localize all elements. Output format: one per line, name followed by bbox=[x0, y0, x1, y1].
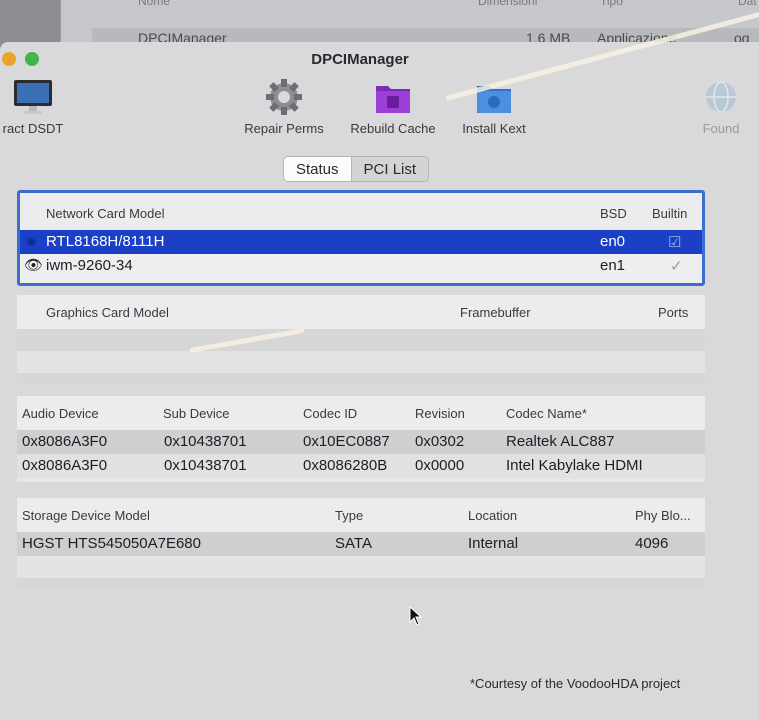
finder-col-name[interactable]: Nome bbox=[138, 0, 170, 8]
storage-table: Storage Device Model Type Location Phy B… bbox=[17, 498, 705, 590]
audio-table: Audio Device Sub Device Codec ID Revisio… bbox=[17, 396, 705, 482]
purple-folder-icon bbox=[376, 86, 410, 113]
network-bsd: en1 bbox=[600, 257, 626, 274]
storage-location: Internal bbox=[468, 535, 519, 552]
col-codec-name[interactable]: Codec Name* bbox=[506, 406, 587, 421]
finder-column-header: Nome Dimensioni Tipo Dat bbox=[70, 0, 759, 14]
col-framebuffer[interactable]: Framebuffer bbox=[460, 305, 531, 320]
table-row[interactable]: 👁 iwm-9260-34 en1 ✓ bbox=[20, 254, 702, 278]
eye-icon: ◉ bbox=[26, 234, 37, 248]
toolbar-repair-perms-label: Repair Perms bbox=[244, 121, 324, 136]
mouse-cursor-icon bbox=[409, 606, 423, 626]
audio-table-header: Audio Device Sub Device Codec ID Revisio… bbox=[17, 396, 705, 430]
view-segmented-control: Status PCI List bbox=[283, 156, 430, 182]
audio-device: 0x8086A3F0 bbox=[22, 433, 108, 450]
table-row[interactable]: HGST HTS545050A7E680 SATA Internal 4096 bbox=[17, 532, 705, 556]
network-bsd: en0 bbox=[600, 233, 626, 250]
audio-codec-id: 0x10EC0887 bbox=[303, 433, 390, 450]
col-revision[interactable]: Revision bbox=[415, 406, 465, 421]
col-audio-device[interactable]: Audio Device bbox=[22, 406, 99, 421]
col-ports[interactable]: Ports bbox=[658, 305, 688, 320]
empty-row bbox=[17, 578, 705, 590]
eye-icon: 👁 bbox=[24, 257, 44, 274]
col-type[interactable]: Type bbox=[335, 508, 363, 523]
col-bsd[interactable]: BSD bbox=[600, 206, 627, 221]
storage-type: SATA bbox=[335, 535, 372, 552]
toolbar-repair-perms[interactable]: Repair Perms bbox=[238, 78, 330, 136]
col-sub-device[interactable]: Sub Device bbox=[163, 406, 229, 421]
network-model: RTL8168H/8111H bbox=[46, 233, 165, 250]
toolbar-found-label: Found bbox=[702, 121, 740, 136]
audio-sub-device: 0x10438701 bbox=[164, 433, 247, 450]
col-storage-device-model[interactable]: Storage Device Model bbox=[22, 508, 150, 523]
builtin-checkbox[interactable]: ☑ bbox=[668, 233, 681, 251]
audio-revision: 0x0302 bbox=[415, 433, 465, 450]
table-row[interactable]: 0x8086A3F0 0x10438701 0x10EC0887 0x0302 … bbox=[17, 430, 705, 454]
tab-pci-list[interactable]: PCI List bbox=[351, 157, 429, 181]
toolbar-rebuild-cache[interactable]: Rebuild Cache bbox=[344, 78, 442, 136]
toolbar-rebuild-cache-label: Rebuild Cache bbox=[350, 121, 436, 136]
audio-device: 0x8086A3F0 bbox=[22, 457, 108, 474]
toolbar-extract-dsdt-label: ract DSDT bbox=[2, 121, 64, 136]
builtin-checkmark[interactable]: ✓ bbox=[670, 257, 683, 275]
audio-sub-device: 0x10438701 bbox=[164, 457, 247, 474]
col-location[interactable]: Location bbox=[468, 508, 517, 523]
storage-table-header: Storage Device Model Type Location Phy B… bbox=[17, 498, 705, 532]
table-row[interactable]: ◉ RTL8168H/8111H en0 ☑ bbox=[20, 230, 702, 254]
network-table-header: Network Card Model BSD Builtin bbox=[20, 193, 702, 230]
tab-status[interactable]: Status bbox=[284, 157, 352, 181]
audio-codec-name: Realtek ALC887 bbox=[506, 433, 615, 450]
network-model: iwm-9260-34 bbox=[46, 257, 133, 274]
graphics-table: Graphics Card Model Framebuffer Ports bbox=[17, 295, 705, 383]
footnote: *Courtesy of the VoodooHDA project bbox=[470, 676, 681, 691]
col-network-card-model[interactable]: Network Card Model bbox=[46, 206, 165, 221]
audio-codec-id: 0x8086280B bbox=[303, 457, 388, 474]
storage-model: HGST HTS545050A7E680 bbox=[22, 535, 201, 552]
finder-col-size[interactable]: Dimensioni bbox=[478, 0, 537, 8]
col-graphics-card-model[interactable]: Graphics Card Model bbox=[46, 305, 169, 320]
network-table: Network Card Model BSD Builtin ◉ RTL8168… bbox=[17, 190, 705, 286]
col-builtin[interactable]: Builtin bbox=[652, 206, 687, 221]
col-phy-block[interactable]: Phy Blo... bbox=[635, 508, 691, 523]
col-codec-id[interactable]: Codec ID bbox=[303, 406, 357, 421]
graphics-table-header: Graphics Card Model Framebuffer Ports bbox=[17, 295, 705, 329]
finder-col-kind[interactable]: Tipo bbox=[600, 0, 623, 8]
toolbar-extract-dsdt[interactable]: ract DSDT bbox=[0, 78, 70, 136]
globe-icon bbox=[706, 81, 736, 113]
gear-icon bbox=[266, 79, 302, 115]
empty-row bbox=[17, 351, 705, 373]
empty-row bbox=[17, 329, 705, 351]
storage-phy-block: 4096 bbox=[635, 535, 669, 552]
audio-revision: 0x0000 bbox=[415, 457, 465, 474]
table-row[interactable]: 0x8086A3F0 0x10438701 0x8086280B 0x0000 … bbox=[17, 454, 705, 478]
dpcimanager-window: DPCIManager ract DSDT Repair Perms Rebui… bbox=[0, 42, 759, 720]
toolbar-install-kext-label: Install Kext bbox=[462, 121, 526, 136]
empty-row bbox=[17, 556, 705, 578]
monitor-icon bbox=[14, 80, 52, 114]
toolbar-found[interactable]: Found bbox=[690, 78, 752, 136]
audio-codec-name: Intel Kabylake HDMI bbox=[506, 457, 643, 474]
finder-col-date[interactable]: Dat bbox=[738, 0, 757, 8]
empty-row bbox=[17, 373, 705, 383]
